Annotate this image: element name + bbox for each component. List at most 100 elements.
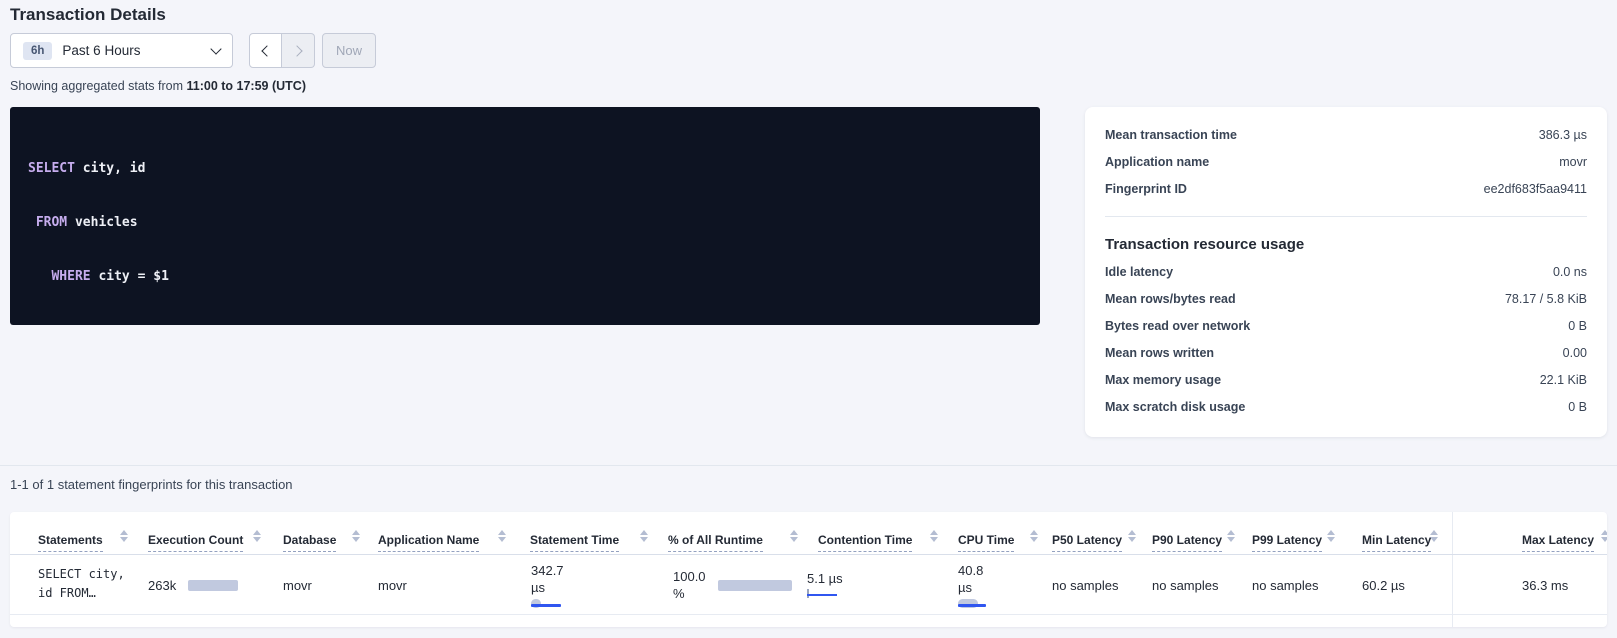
sort-icon[interactable] xyxy=(790,530,798,542)
sql-text: vehicles xyxy=(67,215,137,230)
col-header-application-name[interactable]: Application Name xyxy=(378,531,479,549)
col-header-statement-time[interactable]: Statement Time xyxy=(530,531,619,549)
col-header-execution-count[interactable]: Execution Count xyxy=(148,531,243,549)
summary-value: ee2df683f5aa9411 xyxy=(1484,182,1587,196)
sort-icon[interactable] xyxy=(1430,530,1438,542)
col-header-database[interactable]: Database xyxy=(283,531,336,549)
time-range-dropdown[interactable]: 6h Past 6 Hours xyxy=(10,33,233,68)
cell-cpu-time: 40.8 µs xyxy=(958,555,983,615)
summary-row: Fingerprint ID ee2df683f5aa9411 xyxy=(1105,175,1587,202)
sql-line: FROM vehicles xyxy=(28,214,1022,232)
summary-value: 78.17 / 5.8 KiB xyxy=(1505,292,1587,306)
summary-label: Mean transaction time xyxy=(1105,128,1237,142)
time-range-badge: 6h xyxy=(23,42,52,60)
cell-p90-latency: no samples xyxy=(1152,555,1218,615)
cell-execution-count: 263k xyxy=(148,555,238,615)
col-header-p90-latency[interactable]: P90 Latency xyxy=(1152,531,1222,549)
statements-count-caption: 1-1 of 1 statement fingerprints for this… xyxy=(10,477,293,492)
statement-line: id FROM… xyxy=(38,584,125,603)
cell-database: movr xyxy=(283,555,312,615)
chevron-right-icon xyxy=(291,45,302,56)
summary-label: Idle latency xyxy=(1105,265,1173,279)
sort-icon[interactable] xyxy=(1128,530,1136,542)
col-header-p50-latency[interactable]: P50 Latency xyxy=(1052,531,1122,549)
summary-row: Max scratch disk usage 0 B xyxy=(1105,393,1587,420)
sort-icon[interactable] xyxy=(352,530,360,542)
summary-value: 22.1 KiB xyxy=(1540,373,1587,387)
time-range-label: Past 6 Hours xyxy=(62,43,212,58)
summary-value: 0 B xyxy=(1568,400,1587,414)
summary-row: Mean rows written 0.00 xyxy=(1105,339,1587,366)
cell-contention-time: 5.1 µs xyxy=(807,555,843,615)
caption-prefix: Showing aggregated stats from xyxy=(10,79,187,93)
col-header-min-latency[interactable]: Min Latency xyxy=(1362,531,1431,549)
summary-label: Mean rows written xyxy=(1105,346,1214,360)
sort-icon[interactable] xyxy=(498,530,506,542)
summary-value: movr xyxy=(1559,155,1587,169)
chevron-down-icon xyxy=(210,43,221,54)
summary-label: Bytes read over network xyxy=(1105,319,1250,333)
runtime-pct-bar xyxy=(718,580,792,591)
resource-usage-heading: Transaction resource usage xyxy=(1105,231,1587,258)
col-header-runtime-pct[interactable]: % of All Runtime xyxy=(668,531,763,549)
cell-p50-latency: no samples xyxy=(1052,555,1118,615)
col-header-p99-latency[interactable]: P99 Latency xyxy=(1252,531,1322,549)
summary-value: 0.00 xyxy=(1563,346,1587,360)
table-header-row: Statements Execution Count Database Appl… xyxy=(10,512,1607,555)
caption-range: 11:00 to 17:59 (UTC) xyxy=(187,79,306,93)
cell-application-name: movr xyxy=(378,555,407,615)
contention-time-bar xyxy=(807,592,843,601)
sql-line: SELECT city, id xyxy=(28,160,1022,178)
statement-link[interactable]: SELECT city, id FROM… xyxy=(38,555,125,615)
table-row: SELECT city, id FROM… 263k movr movr 342… xyxy=(10,555,1607,615)
aggregated-stats-caption: Showing aggregated stats from 11:00 to 1… xyxy=(10,79,306,93)
cell-min-latency: 60.2 µs xyxy=(1362,555,1405,615)
chevron-left-icon xyxy=(261,45,272,56)
statement-time-bar xyxy=(531,599,564,609)
col-header-max-latency[interactable]: Max Latency xyxy=(1522,531,1594,549)
cpu-time-bar xyxy=(958,599,983,609)
sort-icon[interactable] xyxy=(1227,530,1235,542)
sort-icon[interactable] xyxy=(120,530,128,542)
sql-statement-box: SELECT city, id FROM vehicles WHERE city… xyxy=(10,107,1040,325)
next-time-button[interactable] xyxy=(282,33,315,68)
col-header-statements[interactable]: Statements xyxy=(38,531,103,549)
sort-icon[interactable] xyxy=(1327,530,1335,542)
sql-line: WHERE city = $1 xyxy=(28,268,1022,286)
summary-label: Max scratch disk usage xyxy=(1105,400,1245,414)
summary-label: Application name xyxy=(1105,155,1209,169)
sort-icon[interactable] xyxy=(1030,530,1038,542)
summary-row: Idle latency 0.0 ns xyxy=(1105,258,1587,285)
sql-keyword: SELECT xyxy=(28,161,75,176)
divider xyxy=(0,465,1617,466)
col-header-cpu-time[interactable]: CPU Time xyxy=(958,531,1014,549)
sort-icon[interactable] xyxy=(930,530,938,542)
statements-table: Statements Execution Count Database Appl… xyxy=(10,512,1607,627)
page-title: Transaction Details xyxy=(10,5,166,25)
sort-icon[interactable] xyxy=(640,530,648,542)
transaction-summary-card: Mean transaction time 386.3 µs Applicati… xyxy=(1085,107,1607,437)
cell-p99-latency: no samples xyxy=(1252,555,1318,615)
summary-value: 0 B xyxy=(1568,319,1587,333)
sql-keyword: WHERE xyxy=(28,269,91,284)
summary-row: Max memory usage 22.1 KiB xyxy=(1105,366,1587,393)
summary-label: Max memory usage xyxy=(1105,373,1221,387)
sort-icon[interactable] xyxy=(253,530,261,542)
statement-line: SELECT city, xyxy=(38,565,125,584)
divider xyxy=(1105,216,1587,217)
cell-max-latency: 36.3 ms xyxy=(1522,555,1568,615)
summary-row: Mean transaction time 386.3 µs xyxy=(1105,121,1587,148)
summary-value: 0.0 ns xyxy=(1553,265,1587,279)
sql-text: city, id xyxy=(75,161,145,176)
col-header-contention-time[interactable]: Contention Time xyxy=(818,531,912,549)
summary-label: Mean rows/bytes read xyxy=(1105,292,1236,306)
time-nav-group xyxy=(249,33,315,68)
prev-time-button[interactable] xyxy=(249,33,282,68)
cell-runtime-pct: 100.0 % xyxy=(673,555,792,615)
sort-icon[interactable] xyxy=(1601,530,1607,542)
summary-label: Fingerprint ID xyxy=(1105,182,1187,196)
cell-statement-time: 342.7 µs xyxy=(531,555,564,615)
summary-row: Mean rows/bytes read 78.17 / 5.8 KiB xyxy=(1105,285,1587,312)
now-button[interactable]: Now xyxy=(322,33,376,68)
execution-count-bar xyxy=(188,580,238,591)
